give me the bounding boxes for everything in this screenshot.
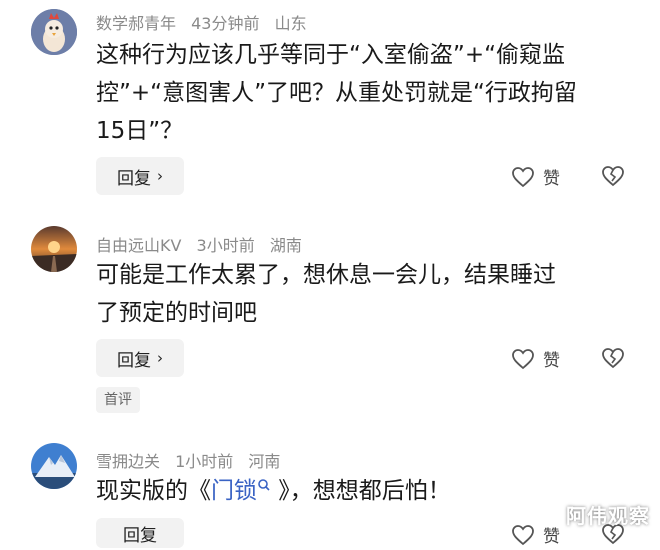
comment-text: 现实版的《门锁 》，想想都后怕！ (96, 472, 621, 510)
comment-line: 15日”？ (96, 118, 184, 144)
dislike-button[interactable] (600, 164, 626, 192)
like-button[interactable]: 赞 (511, 346, 560, 371)
search-link[interactable]: 门锁 (211, 478, 271, 504)
reply-label: 回复 (117, 350, 151, 371)
location: 山东 (274, 14, 307, 33)
avatar[interactable] (31, 443, 77, 489)
like-button[interactable]: 赞 (511, 522, 560, 547)
heart-outline-icon (512, 166, 534, 187)
reply-button[interactable]: 回复 (96, 518, 184, 548)
chevron-right-icon: › (157, 349, 163, 367)
broken-heart-icon (602, 166, 624, 187)
broken-heart-icon (602, 348, 624, 369)
comment-meta: 雪拥边关 1小时前 河南 (96, 448, 290, 472)
reply-label: 回复 (123, 525, 157, 546)
reply-button[interactable]: 回复 › (96, 157, 184, 195)
like-button[interactable]: 赞 (511, 164, 560, 189)
comment-meta: 自由远山KV 3小时前 湖南 (96, 232, 312, 256)
location: 湖南 (269, 236, 302, 255)
avatar[interactable] (31, 226, 77, 272)
avatar[interactable] (31, 9, 77, 55)
comment-line: 可能是工作太累了，想休息一会儿，结果睡过 (96, 262, 556, 288)
comment-line: 控”+“意图害人”了吧？从重处罚就是“行政拘留 (96, 80, 577, 106)
reply-label: 回复 (117, 168, 151, 189)
timestamp: 1小时前 (175, 452, 234, 471)
comment-text: 这种行为应该几乎等同于“入室偷盗”+“偷窥监 控”+“意图害人”了吧？从重处罚就… (96, 36, 621, 150)
like-label: 赞 (543, 169, 560, 189)
dislike-button[interactable] (600, 346, 626, 374)
location: 河南 (248, 452, 281, 471)
timestamp: 3小时前 (196, 236, 255, 255)
heart-outline-icon (512, 348, 534, 369)
comment-line: 了预定的时间吧 (96, 300, 257, 326)
comment-line: 这种行为应该几乎等同于“入室偷盗”+“偷窥监 (96, 42, 566, 68)
comment-meta: 数学郝青年 43分钟前 山东 (96, 10, 317, 34)
like-label: 赞 (543, 351, 560, 371)
heart-outline-icon (512, 524, 534, 545)
search-small-icon (258, 479, 270, 491)
like-label: 赞 (543, 527, 560, 547)
comment-text: 可能是工作太累了，想休息一会儿，结果睡过 了预定的时间吧 (96, 256, 621, 332)
username[interactable]: 雪拥边关 (96, 452, 160, 471)
comment-text-after: 》，想想都后怕！ (271, 478, 451, 504)
search-link-text: 门锁 (211, 478, 257, 504)
first-comment-badge: 首评 (96, 387, 140, 413)
watermark: 阿伟观察 (566, 504, 650, 528)
username[interactable]: 自由远山KV (96, 236, 181, 255)
username[interactable]: 数学郝青年 (96, 14, 176, 33)
comment-text-before: 现实版的《 (96, 478, 211, 504)
reply-button[interactable]: 回复 › (96, 339, 184, 377)
timestamp: 43分钟前 (191, 14, 260, 33)
chevron-right-icon: › (157, 167, 163, 185)
